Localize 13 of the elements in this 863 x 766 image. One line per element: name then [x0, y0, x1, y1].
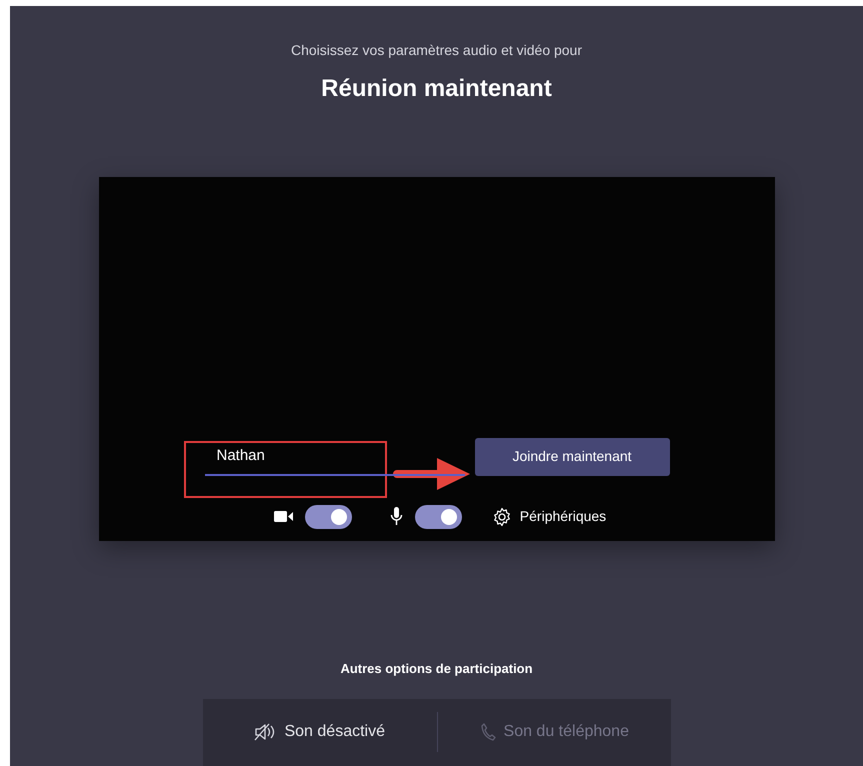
toggle-switch[interactable] — [304, 504, 352, 529]
section-title: Autres options de participation — [340, 660, 533, 678]
phone-icon — [480, 723, 496, 742]
meeting-title: Réunion maintenant — [321, 74, 552, 104]
microphone-icon — [390, 507, 403, 526]
subtitle: Choisissez vos paramètres audio et vidéo pour — [290, 41, 582, 60]
settings-icon — [492, 506, 512, 527]
toggle-switch[interactable] — [414, 504, 462, 529]
join-option-button[interactable]: Son désactivé — [203, 719, 436, 746]
speaker-muted-icon — [254, 723, 276, 742]
camera-icon — [274, 510, 293, 524]
devices-button[interactable]: Périphériques — [492, 506, 606, 528]
join-button[interactable]: Joindre maintenant — [474, 438, 670, 476]
